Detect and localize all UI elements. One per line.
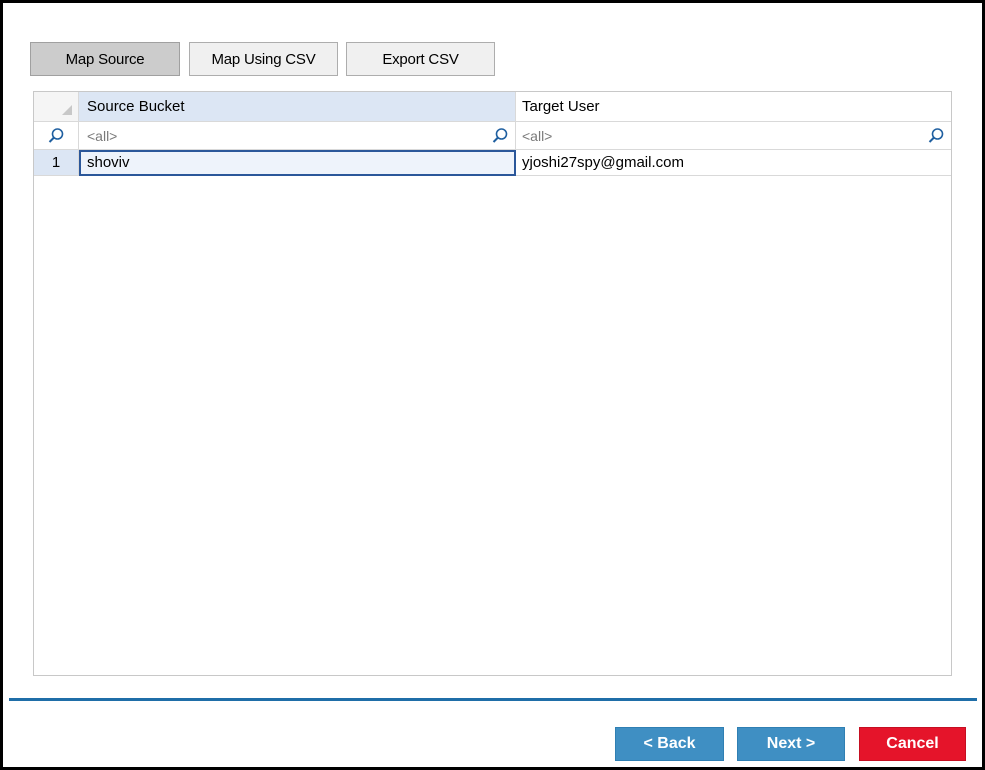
filter-row-indicator xyxy=(34,122,79,150)
grid-header-row: Source Bucket Target User xyxy=(34,92,951,122)
export-csv-button[interactable]: Export CSV xyxy=(346,42,495,76)
mapping-grid: Source Bucket Target User <all> <all> 1 … xyxy=(33,91,952,676)
grid-filter-row: <all> <all> xyxy=(34,122,951,150)
footer-divider xyxy=(9,698,977,701)
source-filter-text: <all> xyxy=(87,127,118,144)
cancel-button[interactable]: Cancel xyxy=(859,727,966,761)
column-header-source-bucket[interactable]: Source Bucket xyxy=(79,92,516,122)
search-icon xyxy=(48,127,64,143)
back-button[interactable]: < Back xyxy=(615,727,724,761)
map-using-csv-button[interactable]: Map Using CSV xyxy=(189,42,338,76)
search-icon[interactable] xyxy=(927,127,945,145)
target-user-cell[interactable]: yjoshi27spy@gmail.com xyxy=(516,150,951,176)
table-row[interactable]: 1 shoviv yjoshi27spy@gmail.com xyxy=(34,150,951,176)
select-all-corner[interactable] xyxy=(34,92,79,122)
search-icon[interactable] xyxy=(491,127,509,145)
next-button[interactable]: Next > xyxy=(737,727,845,761)
column-header-target-user[interactable]: Target User xyxy=(516,92,951,122)
map-source-button[interactable]: Map Source xyxy=(30,42,180,76)
row-number[interactable]: 1 xyxy=(34,150,79,176)
target-filter-text: <all> xyxy=(522,127,553,144)
corner-triangle-icon xyxy=(62,105,72,115)
source-bucket-filter-input[interactable]: <all> xyxy=(79,122,516,150)
target-user-filter-input[interactable]: <all> xyxy=(516,122,951,150)
wizard-panel: Map Source Map Using CSV Export CSV Sour… xyxy=(0,0,985,770)
source-bucket-cell[interactable]: shoviv xyxy=(79,150,516,176)
